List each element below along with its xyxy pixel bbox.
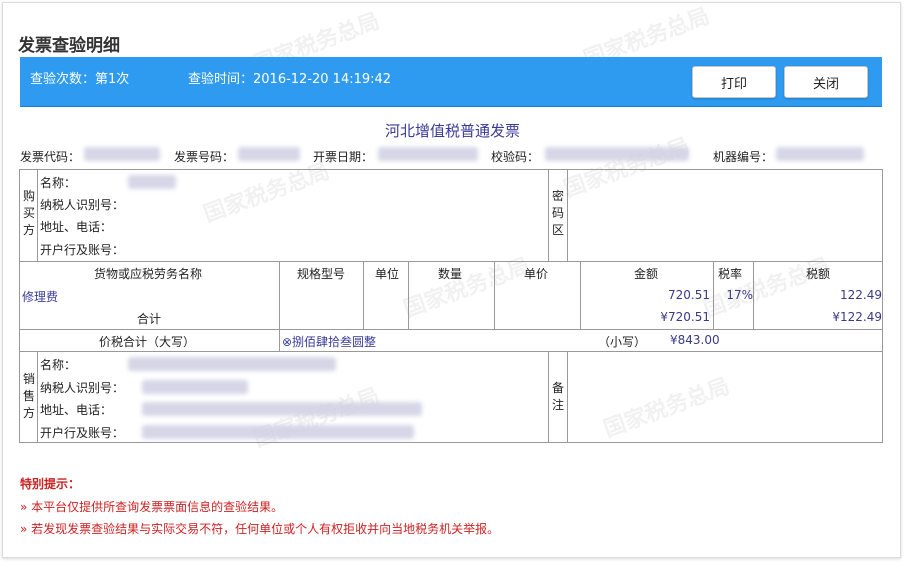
buyer-bank-label: 开户行及账号：	[40, 243, 125, 257]
invoice-number-label: 发票号码：	[174, 150, 235, 164]
remark-label: 备注	[551, 381, 564, 412]
redacted-machine-number	[776, 147, 864, 161]
redacted-invoice-number	[238, 147, 300, 161]
item-name: 修理费	[22, 290, 59, 304]
redacted-check-code	[545, 147, 689, 161]
machine-number-label: 机器编号：	[713, 150, 774, 164]
buyer-name-label: 名称：	[40, 176, 77, 190]
buyer-tax-id-label: 纳税人识别号：	[40, 198, 125, 212]
seller-name-label: 名称：	[40, 358, 77, 372]
seller-side-label: 销售方	[22, 372, 35, 420]
col-header-unit: 单位	[375, 267, 400, 281]
col-header-tax-rate: 税率	[718, 267, 743, 281]
note-item: » 若发现发票查验结果与实际交易不符，任何单位或个人有权拒收并向当地税务机关举报…	[20, 522, 500, 536]
col-header-unit-price: 单价	[524, 267, 549, 281]
seller-bank-label: 开户行及账号：	[40, 426, 125, 440]
redacted-invoice-date	[378, 147, 478, 161]
page-title: 发票查验明细	[18, 36, 120, 56]
redacted-invoice-code	[84, 147, 160, 161]
query-info-bar: 查验次数：第1次 查验时间：2016-12-20 14:19:42 打印 关闭	[20, 57, 882, 107]
notes-title: 特别提示：	[20, 477, 81, 491]
redacted-seller-name	[128, 357, 336, 371]
col-header-quantity: 数量	[438, 267, 463, 281]
grand-total-label: 价税合计（大写）	[99, 335, 196, 349]
grand-total-upper: ⊗捌佰肆拾叁圆整	[282, 335, 377, 349]
query-time: 查验时间：2016-12-20 14:19:42	[188, 72, 392, 87]
total-label: 合计	[137, 312, 162, 326]
close-button[interactable]: 关闭	[784, 66, 868, 98]
invoice-code-label: 发票代码：	[20, 150, 81, 164]
item-tax: 122.49	[840, 288, 882, 302]
item-tax-rate: 17%	[726, 288, 753, 302]
col-header-tax: 税额	[806, 267, 831, 281]
total-tax: ¥122.49	[832, 310, 882, 324]
grand-total-lower-value: ¥843.00	[670, 333, 720, 347]
query-count: 查验次数：第1次	[30, 72, 130, 87]
col-header-spec: 规格型号	[297, 267, 346, 281]
print-button[interactable]: 打印	[692, 66, 776, 98]
check-code-label: 校验码：	[491, 150, 540, 164]
redacted-seller-bank	[142, 425, 414, 439]
redacted-buyer-name	[128, 175, 176, 189]
seller-tax-id-label: 纳税人识别号：	[40, 381, 125, 395]
total-amount: ¥720.51	[660, 310, 710, 324]
invoice-title: 河北增值税普通发票	[384, 122, 520, 140]
grand-total-lower-label: （小写）	[598, 335, 647, 349]
col-header-amount: 金额	[634, 267, 659, 281]
seller-address-label: 地址、电话：	[40, 403, 113, 417]
buyer-address-label: 地址、电话：	[40, 220, 113, 234]
col-header-name: 货物或应税劳务名称	[94, 267, 203, 281]
redacted-seller-tax-id	[142, 380, 248, 394]
password-area-label: 密码区	[551, 189, 564, 237]
redacted-seller-address	[142, 402, 422, 416]
invoice-date-label: 开票日期：	[313, 150, 374, 164]
buyer-side-label: 购买方	[22, 189, 35, 237]
item-amount: 720.51	[668, 288, 710, 302]
note-item: » 本平台仅提供所查询发票票面信息的查验结果。	[20, 500, 284, 514]
